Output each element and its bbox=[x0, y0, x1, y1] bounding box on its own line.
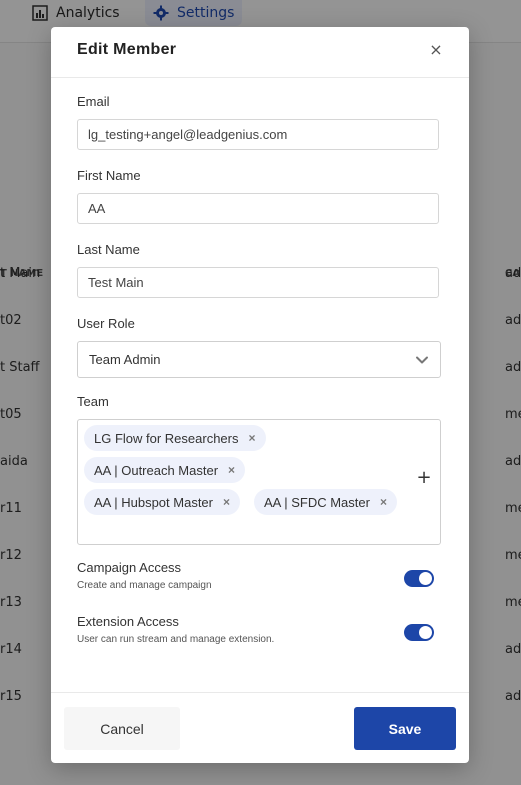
toggle-knob bbox=[419, 626, 432, 639]
team-chip-label: AA | Outreach Master bbox=[94, 462, 219, 478]
extension-access-description: User can run stream and manage extension… bbox=[77, 634, 275, 645]
edit-member-modal: Edit Member × Email lg_testing+angel@lea… bbox=[51, 27, 469, 763]
team-chip: AA | SFDC Master × bbox=[254, 489, 397, 515]
first-name-value: AA bbox=[88, 201, 106, 216]
team-label: Team bbox=[77, 394, 109, 409]
campaign-access-title: Campaign Access bbox=[77, 560, 182, 575]
add-team-icon[interactable]: + bbox=[416, 469, 432, 487]
close-icon[interactable]: × bbox=[427, 41, 445, 59]
modal-footer: Cancel Save bbox=[51, 692, 469, 764]
last-name-value: Test Main bbox=[88, 275, 144, 290]
modal-header: Edit Member × bbox=[51, 27, 469, 78]
last-name-label: Last Name bbox=[77, 242, 140, 257]
team-multiselect[interactable]: LG Flow for Researchers × AA | Outreach … bbox=[77, 419, 441, 545]
chevron-down-icon bbox=[416, 356, 428, 363]
last-name-field[interactable]: Test Main bbox=[77, 267, 439, 298]
user-role-label: User Role bbox=[77, 316, 135, 331]
modal-title: Edit Member bbox=[77, 41, 177, 58]
campaign-access-toggle[interactable] bbox=[404, 570, 434, 587]
cancel-button[interactable]: Cancel bbox=[64, 707, 180, 750]
save-button[interactable]: Save bbox=[354, 707, 456, 750]
first-name-label: First Name bbox=[77, 168, 141, 183]
team-chip: LG Flow for Researchers × bbox=[84, 425, 266, 451]
team-chip-label: AA | Hubspot Master bbox=[94, 494, 213, 510]
extension-access-title: Extension Access bbox=[77, 614, 179, 629]
email-field[interactable]: lg_testing+angel@leadgenius.com bbox=[77, 119, 439, 150]
remove-chip-icon[interactable]: × bbox=[249, 431, 256, 445]
toggle-knob bbox=[419, 572, 432, 585]
campaign-access-description: Create and manage campaign bbox=[77, 580, 212, 591]
email-value: lg_testing+angel@leadgenius.com bbox=[88, 127, 288, 142]
user-role-value: Team Admin bbox=[89, 352, 161, 367]
remove-chip-icon[interactable]: × bbox=[380, 495, 387, 509]
team-chip: AA | Hubspot Master × bbox=[84, 489, 241, 515]
extension-access-toggle[interactable] bbox=[404, 624, 434, 641]
team-chip-label: LG Flow for Researchers bbox=[94, 430, 239, 446]
email-label: Email bbox=[77, 94, 110, 109]
first-name-field[interactable]: AA bbox=[77, 193, 439, 224]
remove-chip-icon[interactable]: × bbox=[223, 495, 230, 509]
user-role-select[interactable]: Team Admin bbox=[77, 341, 441, 378]
team-chip-label: AA | SFDC Master bbox=[264, 494, 370, 510]
team-chip: AA | Outreach Master × bbox=[84, 457, 246, 483]
remove-chip-icon[interactable]: × bbox=[228, 463, 235, 477]
